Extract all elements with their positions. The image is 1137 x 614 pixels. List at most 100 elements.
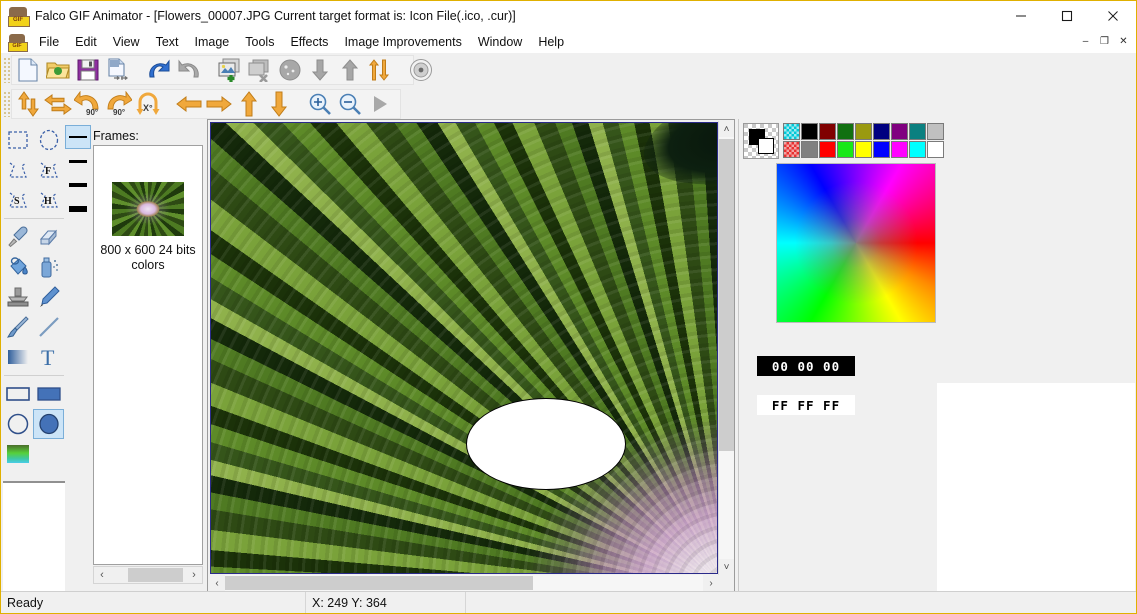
frames-scroll-track[interactable] (110, 568, 186, 582)
canvas-hscroll-track[interactable] (225, 575, 703, 591)
swatch-gray[interactable] (801, 141, 818, 158)
flip-vertical-icon[interactable] (13, 89, 43, 119)
tool-rect-select-icon[interactable] (2, 125, 33, 155)
menu-item-window[interactable]: Window (470, 33, 530, 51)
move-frame-up-icon[interactable] (335, 55, 365, 85)
save-as-icon[interactable] (103, 55, 133, 85)
swatch-teal[interactable] (909, 123, 926, 140)
swatch-green[interactable] (837, 141, 854, 158)
tool-rectangle-filled-icon[interactable] (33, 379, 64, 409)
line-width-1[interactable] (65, 125, 91, 149)
play-icon[interactable] (365, 89, 395, 119)
minimize-button[interactable] (998, 1, 1044, 31)
rotate-left-90-icon[interactable]: 90° (73, 89, 103, 119)
canvas-scroll-down-arrow[interactable]: ˅ (719, 559, 734, 575)
rotate-custom-icon[interactable]: X° (133, 89, 163, 119)
swatch-blue[interactable] (873, 141, 890, 158)
mdi-close-button[interactable]: ✕ (1115, 33, 1132, 50)
canvas-vertical-scrollbar[interactable]: ˄ ˅ (718, 121, 734, 575)
swatch-transparent-red[interactable] (783, 141, 800, 158)
line-width-3[interactable] (65, 173, 91, 197)
menu-item-image[interactable]: Image (187, 33, 238, 51)
canvas-scroll-left-arrow[interactable]: ‹ (209, 575, 225, 591)
tool-ellipse-select-icon[interactable] (33, 125, 64, 155)
new-file-icon[interactable] (13, 55, 43, 85)
swatch-dark-red[interactable] (819, 123, 836, 140)
swatch-olive[interactable] (855, 123, 872, 140)
menu-item-effects[interactable]: Effects (282, 33, 336, 51)
canvas-horizontal-scrollbar[interactable]: ‹ › (209, 575, 719, 591)
mdi-minimize-button[interactable]: – (1077, 33, 1094, 50)
menu-item-text[interactable]: Text (148, 33, 187, 51)
tool-free-select-icon[interactable] (2, 155, 33, 185)
tool-text-icon[interactable]: T (33, 342, 64, 372)
rotate-right-90-icon[interactable]: 90° (103, 89, 133, 119)
canvas-vscroll-thumb[interactable] (719, 139, 734, 451)
tool-select-f-icon[interactable]: F (33, 155, 64, 185)
tool-gradient-icon[interactable] (2, 342, 33, 372)
swatch-magenta[interactable] (891, 141, 908, 158)
open-folder-icon[interactable] (43, 55, 73, 85)
save-floppy-icon[interactable] (73, 55, 103, 85)
tool-pencil-icon[interactable] (33, 282, 64, 312)
flip-horizontal-icon[interactable] (43, 89, 73, 119)
maximize-button[interactable] (1044, 1, 1090, 31)
swatch-silver[interactable] (927, 123, 944, 140)
undo-arrow-icon[interactable] (144, 55, 174, 85)
shift-right-icon[interactable] (204, 89, 234, 119)
add-frame-icon[interactable] (215, 55, 245, 85)
swatch-navy[interactable] (873, 123, 890, 140)
menu-item-view[interactable]: View (105, 33, 148, 51)
toolbar-grip[interactable] (3, 57, 11, 83)
background-hex-value[interactable]: FF FF FF (757, 395, 855, 415)
line-width-4[interactable] (65, 197, 91, 221)
toolbar-grip[interactable] (3, 91, 11, 117)
tool-eyedropper-icon[interactable] (2, 222, 33, 252)
swatch-white[interactable] (927, 141, 944, 158)
tool-brush-icon[interactable] (2, 312, 33, 342)
menu-item-tools[interactable]: Tools (237, 33, 282, 51)
redo-arrow-icon[interactable] (174, 55, 204, 85)
color-spectrum-picker[interactable] (776, 163, 936, 323)
zoom-out-icon[interactable] (335, 89, 365, 119)
tool-ellipse-outline-icon[interactable] (2, 409, 33, 439)
canvas-hscroll-thumb[interactable] (225, 576, 533, 590)
swatch-dark-green[interactable] (837, 123, 854, 140)
swatch-transparent-cyan[interactable] (783, 123, 800, 140)
foreground-hex-value[interactable]: 00 00 00 (757, 356, 855, 376)
canvas-scroll-up-arrow[interactable]: ˄ (719, 121, 734, 137)
line-width-2[interactable] (65, 149, 91, 173)
swatch-purple[interactable] (891, 123, 908, 140)
menu-item-image-improvements[interactable]: Image Improvements (336, 33, 469, 51)
tool-rectangle-outline-icon[interactable] (2, 379, 33, 409)
tool-eraser-icon[interactable] (33, 222, 64, 252)
shift-up-icon[interactable] (234, 89, 264, 119)
tool-stamp-icon[interactable] (2, 282, 33, 312)
foreground-background-color-selector[interactable] (743, 123, 779, 159)
swatch-red[interactable] (819, 141, 836, 158)
frames-list[interactable]: 800 x 600 24 bits colors (93, 145, 203, 565)
delete-frame-icon[interactable] (245, 55, 275, 85)
tool-ellipse-filled-icon[interactable] (33, 409, 64, 439)
tool-color-ramp-icon[interactable] (2, 439, 33, 469)
preview-disc-icon[interactable] (406, 55, 436, 85)
frame-thumbnail[interactable] (112, 182, 184, 236)
frames-scroll-left-arrow[interactable]: ‹ (94, 569, 110, 581)
frame-properties-icon[interactable] (275, 55, 305, 85)
swatch-yellow[interactable] (855, 141, 872, 158)
shift-down-icon[interactable] (264, 89, 294, 119)
canvas-scroll-right-arrow[interactable]: › (703, 575, 719, 591)
menu-item-help[interactable]: Help (530, 33, 572, 51)
image-canvas[interactable] (210, 122, 718, 574)
drawn-ellipse[interactable] (466, 398, 626, 490)
canvas-vscroll-track[interactable] (719, 137, 734, 559)
tool-select-s-icon[interactable]: S (2, 185, 33, 215)
tool-select-h-icon[interactable]: H (33, 185, 64, 215)
menu-item-edit[interactable]: Edit (67, 33, 105, 51)
mdi-restore-button[interactable]: ❐ (1096, 33, 1113, 50)
background-color-swatch[interactable] (758, 138, 774, 154)
close-button[interactable] (1090, 1, 1136, 31)
menu-item-file[interactable]: File (31, 33, 67, 51)
zoom-in-icon[interactable] (305, 89, 335, 119)
move-frame-down-icon[interactable] (305, 55, 335, 85)
